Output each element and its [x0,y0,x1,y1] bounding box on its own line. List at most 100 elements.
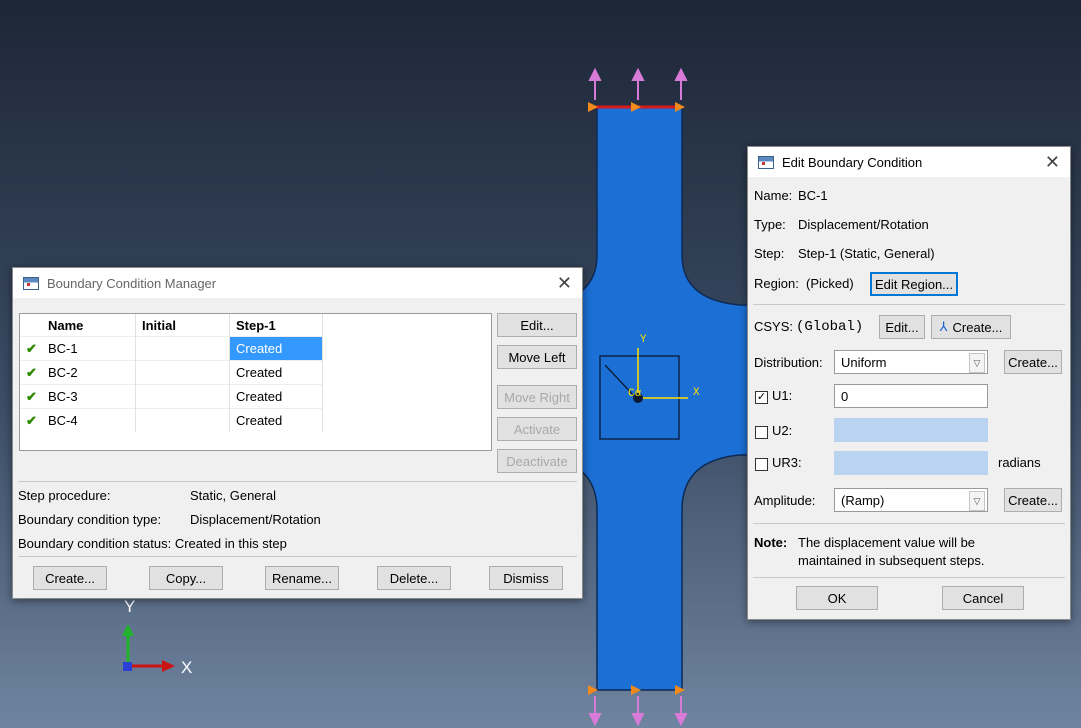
csys-create-button[interactable]: ⅄ Create... [931,315,1011,339]
row-step1-cell-selected[interactable]: Created [229,336,323,361]
csys-label: CSYS: [754,319,794,334]
step-label: Step: [754,246,785,261]
row-name[interactable]: BC-3 [42,384,136,409]
edit-region-button[interactable]: Edit Region... [870,272,958,296]
bc-table[interactable]: Name Initial Step-1 ✔ BC-1 Created ✔ BC-… [19,313,492,451]
ur3-input[interactable] [834,451,988,475]
row-initial[interactable] [135,384,230,409]
note-text-line-1: The displacement value will be [798,535,976,550]
type-value: Displacement/Rotation [798,217,929,232]
boundary-condition-manager-window[interactable]: Boundary Condition Manager ✕ Name Initia… [12,267,583,599]
chevron-down-icon: ▽ [969,353,985,373]
triad-x-label: X [181,658,192,677]
active-check-icon: ✔ [26,340,37,356]
row-name[interactable]: BC-4 [42,408,136,432]
distribution-select[interactable]: Uniform ▽ [834,350,988,374]
divider [753,577,1065,578]
delete-button[interactable]: Delete... [377,566,451,590]
window-icon [758,155,774,169]
active-check-icon: ✔ [26,412,37,428]
copy-button[interactable]: Copy... [149,566,223,590]
u2-checkbox[interactable] [755,426,768,439]
column-header-name[interactable]: Name [42,314,136,337]
column-header-initial[interactable]: Initial [135,314,230,337]
u1-checkbox[interactable]: ✓ [755,391,768,404]
bc-status-value: Created in this step [174,536,287,551]
row-step1-cell[interactable]: Created [229,360,323,385]
table-row[interactable]: ✔ BC-1 Created [20,336,323,361]
edit-button[interactable]: Edit... [497,313,577,337]
ur3-checkbox[interactable] [755,458,768,471]
local-csys-y-label: Y [640,334,647,346]
csys-create-label: Create... [952,319,1003,335]
close-icon[interactable]: ✕ [1045,153,1060,171]
manager-title: Boundary Condition Manager [47,275,217,291]
region-label: Region: [754,276,799,291]
info-step-procedure: Step procedure: Static, General [18,488,276,503]
csys-create-icon: ⅄ [939,319,948,334]
distribution-create-button[interactable]: Create... [1004,350,1062,374]
u1-label: U1: [772,388,793,403]
amplitude-label: Amplitude: [754,493,816,508]
u2-input[interactable] [834,418,988,442]
row-name[interactable]: BC-1 [42,336,136,361]
note-text-line-2: maintained in subsequent steps. [798,553,985,568]
row-initial[interactable] [135,408,230,432]
table-row[interactable]: ✔ BC-4 Created [20,408,323,432]
move-right-button[interactable]: Move Right [497,385,577,409]
rename-button[interactable]: Rename... [265,566,339,590]
ok-button[interactable]: OK [796,586,878,610]
row-initial[interactable] [135,360,230,385]
distribution-value: Uniform [841,354,887,370]
bc-type-label: Boundary condition type: [18,512,162,527]
create-button[interactable]: Create... [33,566,107,590]
ur3-label: UR3: [772,455,802,470]
row-step1-cell[interactable]: Created [229,408,323,432]
edit-titlebar[interactable]: Edit Boundary Condition ✕ [748,147,1070,177]
row-name[interactable]: BC-2 [42,360,136,385]
dismiss-button[interactable]: Dismiss [489,566,563,590]
table-header-row: Name Initial Step-1 [20,314,323,337]
type-label: Type: [754,217,786,232]
name-value: BC-1 [798,188,828,203]
row-step1-cell[interactable]: Created [229,384,323,409]
step-procedure-label: Step procedure: [18,488,111,503]
ur3-unit: radians [998,455,1041,470]
row-initial[interactable] [135,336,230,361]
info-bc-type: Boundary condition type: Displacement/Rot… [18,512,321,527]
amplitude-value: (Ramp) [841,492,885,508]
name-label: Name: [754,188,793,203]
activate-button[interactable]: Activate [497,417,577,441]
edit-boundary-condition-window[interactable]: Edit Boundary Condition ✕ Name: BC-1 Typ… [747,146,1071,620]
csys-value: (Global) [796,319,864,335]
table-row[interactable]: ✔ BC-3 Created [20,384,323,409]
cancel-button[interactable]: Cancel [942,586,1024,610]
chevron-down-icon: ▽ [969,491,985,511]
note-label: Note: [754,535,788,550]
divider [18,556,577,557]
bottom-load-arrows [588,696,688,727]
u1-input[interactable]: 0 [834,384,988,408]
csys-edit-button[interactable]: Edit... [879,315,925,339]
step-procedure-value: Static, General [190,488,276,503]
move-left-button[interactable]: Move Left [497,345,577,369]
info-bc-status: Boundary condition status: Created in th… [18,536,287,551]
triad-y-label: Y [124,597,135,616]
distribution-label: Distribution: [754,355,823,370]
deactivate-button[interactable]: Deactivate [497,449,577,473]
manager-titlebar[interactable]: Boundary Condition Manager ✕ [13,268,582,298]
amplitude-select[interactable]: (Ramp) ▽ [834,488,988,512]
step-value: Step-1 (Static, General) [798,246,935,261]
window-icon [23,276,39,290]
divider [753,304,1065,305]
column-header-step1[interactable]: Step-1 [229,314,323,337]
divider [18,481,577,482]
bc-status-label: Boundary condition status: [18,536,172,551]
close-icon[interactable]: ✕ [557,274,572,292]
u2-label: U2: [772,423,793,438]
divider [753,523,1065,524]
amplitude-create-button[interactable]: Create... [1004,488,1062,512]
table-row[interactable]: ✔ BC-2 Created [20,360,323,385]
active-check-icon: ✔ [26,388,37,404]
svg-text:Cα: Cα [628,388,642,400]
